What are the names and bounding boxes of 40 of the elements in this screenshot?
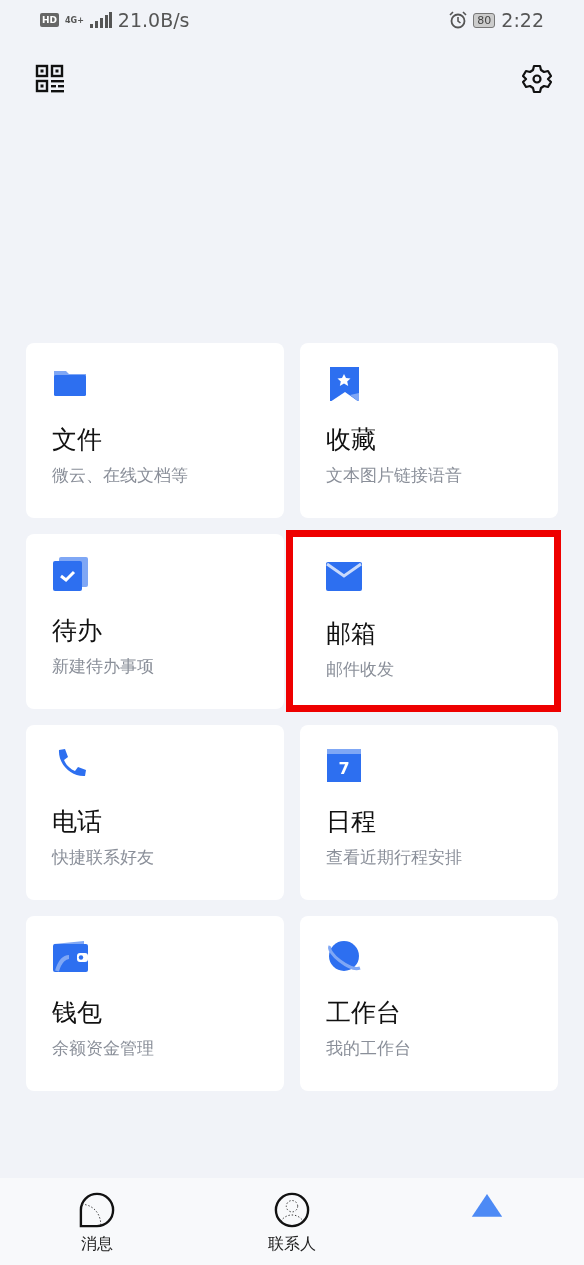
wallet-icon <box>52 938 88 974</box>
feature-tile[interactable]: 钱包 余额资金管理 <box>26 916 284 1091</box>
tile-title: 工作台 <box>326 997 402 1029</box>
tile-title: 电话 <box>52 806 103 838</box>
tile-subtitle: 邮件收发 <box>326 658 395 681</box>
battery-indicator: 80 <box>473 12 496 28</box>
signal-icon <box>89 12 112 28</box>
feature-tile[interactable]: 待办 新建待办事项 <box>26 534 284 709</box>
settings-icon[interactable] <box>522 64 552 94</box>
feature-tile[interactable]: 工作台 我的工作台 <box>300 916 558 1091</box>
feature-tile[interactable]: 文件 微云、在线文档等 <box>26 343 284 518</box>
contact-icon <box>274 1192 310 1228</box>
tile-title: 待办 <box>52 615 103 647</box>
feature-tile[interactable]: 7 日程 查看近期行程安排 <box>300 725 558 900</box>
alarm-icon <box>449 11 468 29</box>
hd-badge: HD <box>40 13 59 27</box>
tile-subtitle: 我的工作台 <box>326 1037 412 1060</box>
network-type: 4G+ <box>65 15 84 25</box>
tile-title: 收藏 <box>326 424 377 456</box>
tile-subtitle: 新建待办事项 <box>52 655 155 678</box>
tile-subtitle: 查看近期行程安排 <box>326 846 463 869</box>
tile-title: 文件 <box>52 424 103 456</box>
qr-code-icon[interactable] <box>35 64 65 94</box>
feature-tile[interactable]: 收藏 文本图片链接语音 <box>300 343 558 518</box>
network-speed: 21.0B/s <box>117 9 190 31</box>
tile-subtitle: 快捷联系好友 <box>52 846 155 869</box>
calendar-icon: 7 <box>326 747 362 783</box>
planet-icon <box>326 938 362 974</box>
clock-time: 2:22 <box>501 9 544 31</box>
tile-subtitle: 微云、在线文档等 <box>52 464 189 487</box>
chat-bubble-icon <box>79 1192 116 1228</box>
nav-tab[interactable]: 联系人 <box>194 1178 390 1265</box>
checkbox-icon <box>52 556 88 592</box>
tile-title: 钱包 <box>52 997 103 1029</box>
tile-subtitle: 文本图片链接语音 <box>326 464 463 487</box>
tile-title: 邮箱 <box>326 618 377 650</box>
nav-tab[interactable]: 消息 <box>0 1178 195 1265</box>
feature-tile[interactable]: 电话 快捷联系好友 <box>26 725 284 900</box>
tile-subtitle: 余额资金管理 <box>52 1037 155 1060</box>
tile-title: 日程 <box>326 806 377 838</box>
